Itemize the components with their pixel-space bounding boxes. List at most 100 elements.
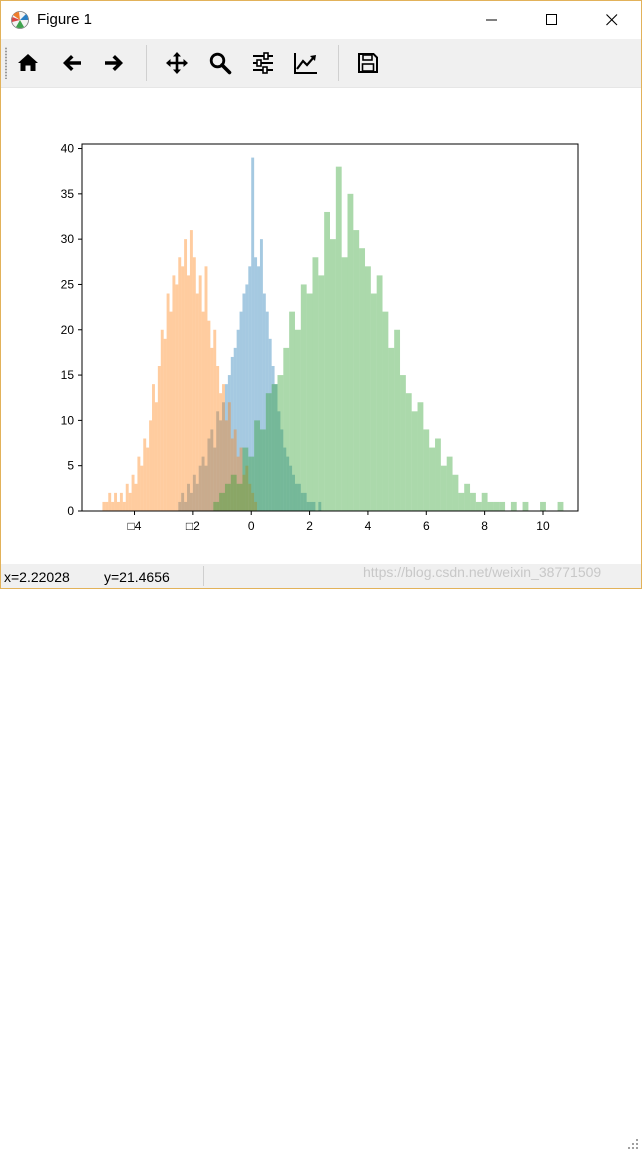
histogram-bar-series-1	[204, 266, 208, 511]
histogram-bar-series-2	[330, 239, 336, 512]
home-icon	[18, 54, 38, 71]
close-button[interactable]	[589, 1, 635, 39]
zoom-magnifier-icon	[209, 52, 232, 75]
histogram-bar-series-1	[210, 347, 214, 511]
pan-button[interactable]	[160, 46, 194, 80]
zoom-button[interactable]	[203, 46, 237, 80]
histogram-bar-series-2	[259, 429, 266, 511]
histogram-bar-series-1	[181, 266, 185, 511]
y-tick-label: 10	[61, 413, 75, 427]
histogram-bar-series-2	[411, 411, 418, 511]
toolbar-grip[interactable]	[5, 47, 7, 79]
histogram-bar-series-2	[289, 311, 295, 511]
resize-grip-icon[interactable]	[625, 1136, 639, 1150]
histogram-bar-series-2	[213, 501, 220, 511]
histogram-bar-series-1	[108, 492, 112, 511]
x-tick-label: □2	[186, 519, 200, 533]
home-button[interactable]	[11, 46, 45, 80]
x-coordinate-readout: x=2.22028	[4, 569, 70, 585]
histogram-bar-series-1	[157, 366, 161, 511]
histogram-bar-series-1	[160, 329, 164, 511]
histogram-bar-series-2	[353, 230, 360, 511]
x-tick-label: 2	[306, 519, 313, 533]
histogram-bar-series-1	[125, 483, 129, 511]
histogram-bar-series-2	[388, 347, 395, 511]
histogram-bar-series-2	[429, 447, 436, 511]
histogram-bar-series-2	[440, 465, 447, 511]
histogram-bar-series-1	[146, 447, 150, 511]
histogram-bar-series-2	[481, 492, 488, 511]
x-tick-label: 10	[536, 519, 550, 533]
y-tick-label: 15	[61, 368, 75, 382]
save-floppy-icon	[358, 53, 378, 73]
histogram-bar-series-1	[213, 329, 217, 511]
window-title: Figure 1	[37, 11, 93, 28]
minimize-button[interactable]	[469, 1, 515, 39]
forward-arrow-icon	[105, 55, 123, 71]
maximize-button[interactable]	[529, 1, 575, 39]
histogram-chart[interactable]: □4 □2 0 2 4 6 8 10 0 5 10 15 20 25 30 35 40	[1, 88, 641, 564]
histogram-bar-series-2	[277, 375, 284, 511]
histogram-bar-series-1	[111, 501, 115, 511]
histogram-bar-series-1	[189, 230, 193, 511]
histogram-bar-series-1	[222, 384, 225, 511]
histogram-bar-series-2	[470, 492, 476, 511]
x-tick-label: 6	[423, 519, 430, 533]
histogram-bar-series-2	[306, 293, 313, 511]
y-tick-label: 25	[61, 277, 75, 291]
y-tick-label: 30	[61, 232, 75, 246]
back-button[interactable]	[55, 46, 89, 80]
edit-axis-button[interactable]	[289, 46, 323, 80]
navigation-toolbar	[1, 39, 641, 88]
histogram-bar-series-1	[169, 311, 173, 511]
histogram-bar-series-2	[318, 275, 325, 511]
histogram-bar-series-1	[154, 402, 158, 511]
histogram-bar-series-2	[248, 456, 255, 511]
histogram-bar-series-2	[254, 420, 260, 511]
histogram-bar-series-1	[166, 293, 170, 511]
histogram-bar-series-1	[149, 420, 153, 511]
histogram-bar-series-1	[207, 320, 211, 511]
histogram-bar-series-1	[137, 456, 141, 511]
histogram-bar-series-1	[114, 492, 118, 511]
matplotlib-app-icon	[11, 11, 29, 29]
figure-window: Figure 1 □4 □2 0 2 4 6 8 10 0 5 10 15 20…	[0, 0, 642, 1149]
histogram-bar-series-2	[452, 474, 459, 511]
title-bar[interactable]: Figure 1	[1, 1, 641, 39]
histogram-bar-series-2	[405, 393, 412, 511]
histogram-bar-series-2	[347, 193, 354, 511]
histogram-bar-series-1	[105, 501, 109, 511]
histogram-bar-series-2	[475, 501, 482, 511]
histogram-bar-series-2	[446, 456, 453, 511]
histogram-bar-series-2	[294, 329, 301, 511]
histogram-bar-series-1	[195, 293, 199, 511]
x-tick-label: □4	[128, 519, 142, 533]
configure-subplots-button[interactable]	[246, 46, 280, 80]
histogram-bar-series-1	[119, 492, 123, 511]
histogram-bar-series-1	[128, 492, 132, 511]
x-tick-label: 0	[248, 519, 255, 533]
histogram-bar-series-2	[394, 329, 401, 511]
histogram-bar-series-2	[370, 293, 377, 511]
histogram-bar-series-2	[400, 375, 406, 511]
y-tick-label: 0	[67, 504, 74, 518]
forward-button[interactable]	[97, 46, 131, 80]
histogram-bar-series-1	[102, 501, 106, 511]
histogram-bar-series-1	[117, 501, 120, 511]
histogram-bar-series-1	[201, 311, 205, 511]
histogram-bar-series-2	[283, 347, 290, 511]
watermark-text: https://blog.csdn.net/weixin_38771509	[363, 564, 602, 580]
histogram-bar-series-1	[143, 438, 147, 511]
histogram-bar-series-1	[163, 338, 167, 511]
histogram-bar-series-2	[487, 501, 494, 511]
histogram-bar-series-2	[335, 166, 342, 511]
figure-canvas[interactable]: □4 □2 0 2 4 6 8 10 0 5 10 15 20 25 30 35 40	[1, 88, 641, 564]
status-separator	[203, 566, 204, 586]
histogram-bar-series-2	[219, 492, 225, 511]
histogram-bar-series-2	[435, 438, 441, 511]
histogram-bar-series-2	[493, 501, 500, 511]
histogram-bar-series-2	[376, 275, 383, 511]
histogram-bar-series-2	[365, 266, 371, 511]
save-button[interactable]	[351, 46, 385, 80]
y-coordinate-readout: y=21.4656	[104, 569, 170, 585]
